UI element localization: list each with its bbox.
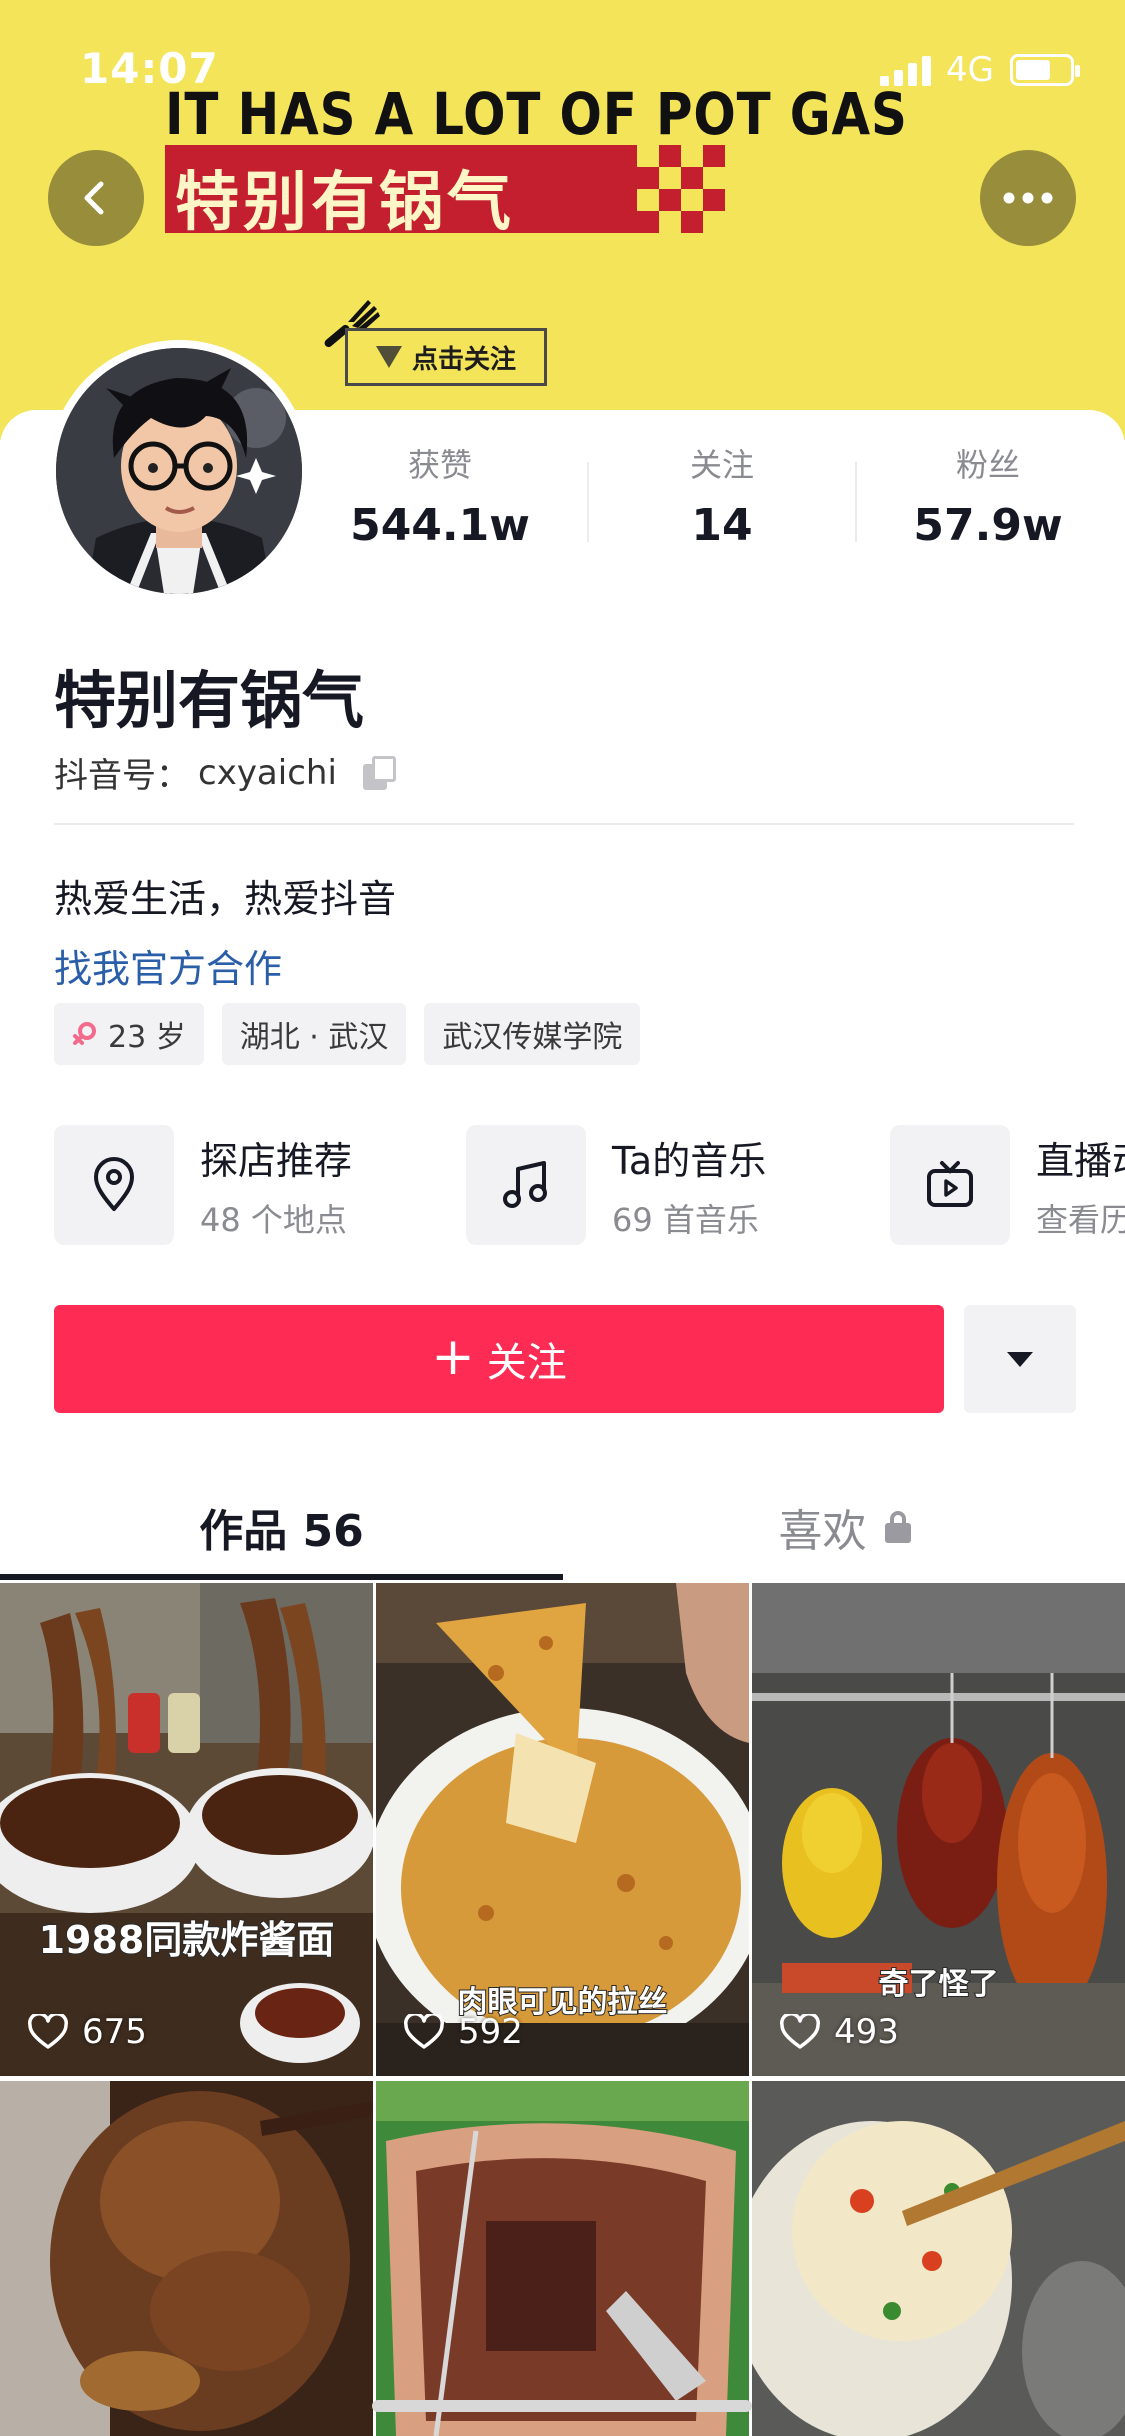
feature-entries: 探店推荐 48 个地点 Ta的音乐 69 首音乐 直播动态 查看历史 xyxy=(54,1125,1125,1245)
stat-divider xyxy=(587,462,589,542)
tab-works-label: 作品 56 xyxy=(199,1506,364,1557)
video-likes: 493 xyxy=(780,2012,899,2052)
feature-title: Ta的音乐 xyxy=(612,1138,767,1183)
avatar-image xyxy=(56,348,302,594)
video-thumbnail[interactable]: 1988同款炸酱面 675 xyxy=(0,1583,373,2076)
female-icon xyxy=(73,1022,96,1045)
video-caption: 1988同款炸酱面 xyxy=(38,1917,336,1963)
video-likes-count: 592 xyxy=(458,2012,523,2052)
video-cover-image xyxy=(0,2081,373,2436)
heart-icon xyxy=(780,2014,820,2049)
tag-school: 武汉传媒学院 xyxy=(424,1003,641,1065)
tag-location: 湖北 · 武汉 xyxy=(221,1003,407,1065)
douyin-id-row: 抖音号： cxyaichi xyxy=(54,748,397,797)
tab-likes-label: 喜欢 xyxy=(778,1506,867,1557)
video-cover-image xyxy=(752,2081,1125,2436)
stat-divider xyxy=(855,462,857,542)
feature-subtitle: 48 个地点 xyxy=(200,1200,347,1239)
tab-works[interactable]: 作品 56 xyxy=(0,1495,563,1559)
banner-follow-tag[interactable]: 点击关注 xyxy=(345,328,547,386)
video-caption: 奇了怪了 xyxy=(878,1966,1000,2003)
avatar-illustration xyxy=(56,348,302,594)
profile-tags: 23 岁 湖北 · 武汉 武汉传媒学院 xyxy=(54,1003,641,1065)
avatar[interactable] xyxy=(48,340,310,602)
back-button[interactable] xyxy=(48,150,144,246)
more-options-dropdown-button[interactable] xyxy=(964,1305,1076,1413)
follow-button-label: 关注 xyxy=(486,1340,567,1386)
section-divider xyxy=(54,823,1074,825)
tag-age: 23 岁 xyxy=(54,1003,204,1065)
follow-button[interactable]: + 关注 xyxy=(54,1305,944,1413)
stat-value: 57.9w xyxy=(913,500,1063,551)
douyin-id-label: 抖音号： xyxy=(54,756,190,796)
stat-label: 关注 xyxy=(689,446,754,484)
active-tab-indicator xyxy=(0,1574,563,1580)
heart-icon xyxy=(28,2014,68,2049)
lock-icon xyxy=(884,1511,911,1543)
heart-icon xyxy=(404,2014,444,2049)
video-cover-image xyxy=(0,1583,373,2076)
stat-label: 粉丝 xyxy=(955,446,1020,484)
plus-icon: + xyxy=(431,1327,475,1387)
feature-icon-box xyxy=(466,1125,586,1245)
video-likes: 592 xyxy=(404,2012,523,2052)
checker-pattern xyxy=(637,145,725,233)
cooperation-link[interactable]: 找我官方合作 xyxy=(54,938,282,993)
stat-value: 14 xyxy=(691,500,753,551)
tag-location-text: 湖北 · 武汉 xyxy=(239,1020,389,1055)
video-thumbnail[interactable] xyxy=(0,2081,373,2436)
feature-music[interactable]: Ta的音乐 69 首音乐 xyxy=(466,1125,766,1245)
chevron-left-icon xyxy=(84,181,104,215)
home-indicator xyxy=(372,2400,752,2412)
feature-live[interactable]: 直播动态 查看历史 xyxy=(890,1125,1125,1245)
feature-title: 直播动态 xyxy=(1036,1138,1125,1183)
stat-value: 544.1w xyxy=(350,500,530,551)
video-thumbnail[interactable] xyxy=(376,2081,749,2436)
location-pin-icon xyxy=(94,1157,134,1211)
triangle-icon xyxy=(375,346,402,368)
music-note-icon xyxy=(503,1161,547,1208)
copy-icon[interactable] xyxy=(362,755,397,790)
tab-likes[interactable]: 喜欢 xyxy=(563,1495,1125,1559)
banner-chinese-text: 特别有锅气 xyxy=(175,166,515,233)
video-grid: 1988同款炸酱面 675 肉眼可见的拉丝 592 奇了怪了 493 xyxy=(0,1583,1125,2436)
live-tv-icon xyxy=(927,1161,973,1207)
stat-label: 获赞 xyxy=(407,446,472,484)
banner-follow-tag-text: 点击关注 xyxy=(411,344,516,375)
tag-age-text: 23 岁 xyxy=(108,1020,186,1055)
more-dots-icon xyxy=(1003,192,1053,204)
video-likes-count: 493 xyxy=(834,2012,899,2052)
feature-icon-box xyxy=(54,1125,174,1245)
signal-icon xyxy=(880,56,934,86)
video-thumbnail[interactable] xyxy=(752,2081,1125,2436)
feature-subtitle: 查看历史 xyxy=(1036,1200,1125,1239)
feature-icon-box xyxy=(890,1125,1010,1245)
stat-likes[interactable]: 获赞 544.1w xyxy=(320,440,560,551)
video-thumbnail[interactable]: 奇了怪了 493 xyxy=(752,1583,1125,2076)
profile-bio: 热爱生活，热爱抖音 xyxy=(54,877,397,921)
status-bar: 14:07 4G xyxy=(0,0,1125,130)
profile-stats: 获赞 544.1w 关注 14 粉丝 57.9w xyxy=(320,440,1125,580)
banner-chinese-box: 特别有锅气 xyxy=(165,145,725,233)
content-tabs: 作品 56 喜欢 xyxy=(0,1455,1125,1585)
network-type: 4G xyxy=(946,50,994,90)
stat-following[interactable]: 关注 14 xyxy=(602,440,842,551)
feature-subtitle: 69 首音乐 xyxy=(612,1200,759,1239)
video-thumbnail[interactable]: 肉眼可见的拉丝 592 xyxy=(376,1583,749,2076)
video-likes-count: 675 xyxy=(82,2012,147,2052)
douyin-id-value: cxyaichi xyxy=(198,752,337,793)
stat-followers[interactable]: 粉丝 57.9w xyxy=(868,440,1108,551)
battery-icon xyxy=(1010,54,1080,86)
status-time: 14:07 xyxy=(80,44,219,93)
more-button[interactable] xyxy=(980,150,1076,246)
feature-title: 探店推荐 xyxy=(200,1138,353,1183)
video-cover-image xyxy=(376,2081,749,2436)
caret-down-icon xyxy=(1007,1351,1033,1367)
tag-school-text: 武汉传媒学院 xyxy=(442,1020,623,1055)
profile-name: 特别有锅气 xyxy=(54,664,365,737)
video-likes: 675 xyxy=(28,2012,147,2052)
feature-store-visits[interactable]: 探店推荐 48 个地点 xyxy=(54,1125,352,1245)
